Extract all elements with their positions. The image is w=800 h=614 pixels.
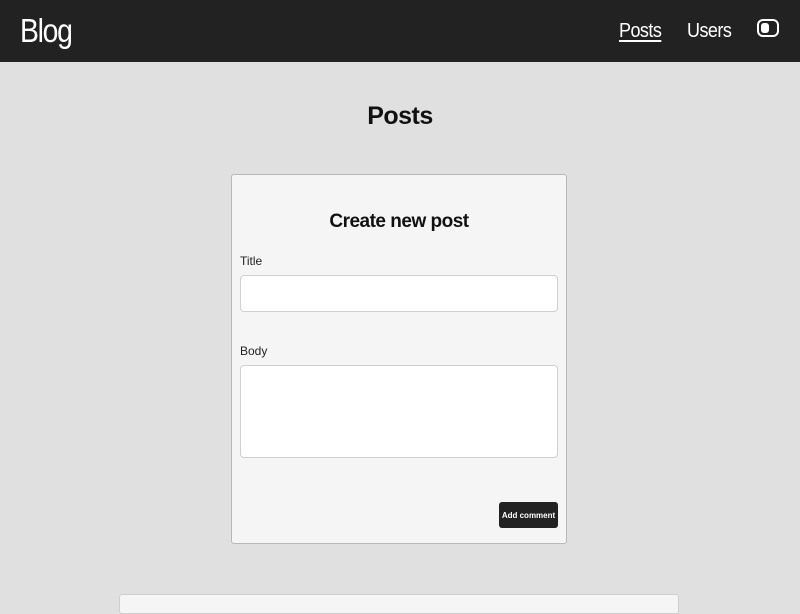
add-comment-button[interactable]: Add comment — [499, 502, 558, 528]
toggle-knob — [761, 23, 769, 33]
title-field-label: Title — [240, 254, 263, 268]
body-field-label: Body — [240, 344, 268, 358]
nav-link-users[interactable]: Users — [687, 18, 732, 44]
create-post-heading: Create new post — [329, 211, 469, 232]
theme-toggle-icon[interactable] — [757, 19, 779, 37]
post-list-card — [119, 594, 679, 614]
top-navbar: Blog Posts Users — [0, 0, 800, 62]
create-post-card: Create new post Title Body Add comment — [231, 174, 567, 544]
brand-logo-link[interactable]: Blog — [20, 10, 73, 52]
body-textarea[interactable] — [240, 365, 558, 458]
page-title: Posts — [367, 102, 433, 130]
title-input[interactable] — [240, 275, 558, 312]
nav-link-posts[interactable]: Posts — [619, 18, 662, 44]
